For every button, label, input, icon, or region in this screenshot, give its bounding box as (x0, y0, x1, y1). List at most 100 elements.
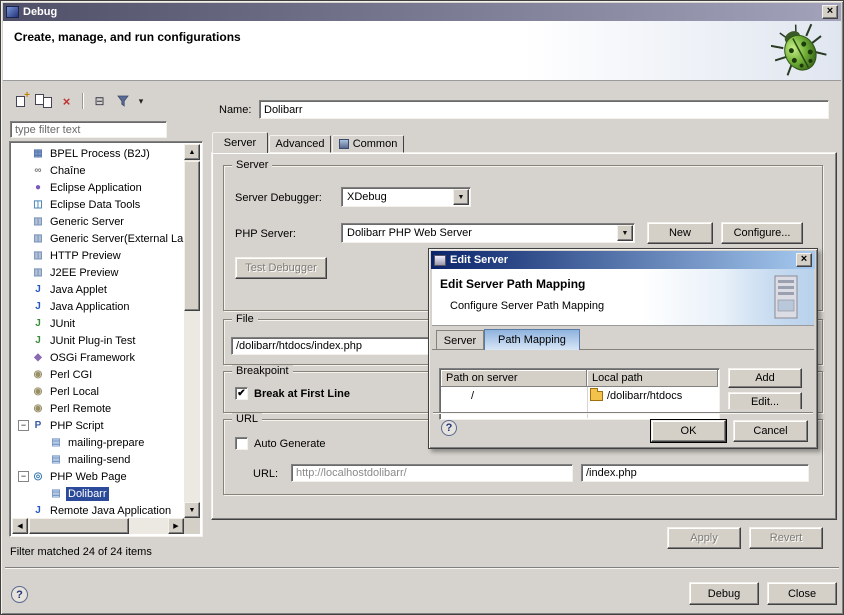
tree-item-label: PHP Script (48, 419, 106, 433)
tree-expander-spacer (18, 403, 29, 414)
scroll-left-icon[interactable]: ◀ (12, 518, 28, 534)
tree-item-mailing-send[interactable]: ▤mailing-send (12, 451, 184, 468)
new-configuration-icon[interactable]: + (11, 92, 30, 110)
help-button[interactable]: ? (11, 586, 28, 603)
tree-vertical-scrollbar[interactable]: ▲ ▼ (184, 144, 200, 518)
name-input[interactable] (259, 100, 829, 119)
tree-expander-spacer (18, 148, 29, 159)
mapping-row-local-path[interactable]: /dolibarr/htdocs (588, 387, 718, 404)
edit-button[interactable]: Edit... (728, 392, 802, 409)
tab-advanced[interactable]: Advanced (269, 135, 331, 153)
tree-expander-spacer (18, 318, 29, 329)
tree-item-junit[interactable]: JJUnit (12, 315, 184, 332)
tree-item-label: Perl Local (48, 385, 101, 399)
mapping-row-path-on-server[interactable]: / (441, 387, 587, 404)
tree-item-bpel-process-b2j[interactable]: ▦BPEL Process (B2J) (12, 145, 184, 162)
dialog-help-button[interactable]: ? (441, 420, 457, 436)
add-button[interactable]: Add (728, 368, 802, 388)
filter-icon[interactable] (113, 92, 132, 110)
tree-item-php-web-page[interactable]: −◎PHP Web Page (12, 468, 184, 485)
tree-item-java-applet[interactable]: JJava Applet (12, 281, 184, 298)
toolbar-menu-arrow-icon[interactable]: ▾ (136, 92, 146, 110)
tab-server[interactable]: Server (212, 132, 268, 153)
tree-expander-icon[interactable]: − (18, 471, 29, 482)
server-icon: ▥ (31, 216, 45, 227)
tree-item-perl-local[interactable]: ◉Perl Local (12, 383, 184, 400)
collapse-all-icon[interactable]: ⊟ (90, 92, 109, 110)
configure-button[interactable]: Configure... (721, 222, 803, 244)
new-server-button[interactable]: New (647, 222, 713, 244)
apply-button[interactable]: Apply (667, 527, 741, 549)
tree-item-perl-remote[interactable]: ◉Perl Remote (12, 400, 184, 417)
tree-expander-icon[interactable]: − (18, 420, 29, 431)
horizontal-scroll-thumb[interactable] (29, 518, 129, 534)
server-icon: ▥ (31, 250, 45, 261)
test-debugger-button[interactable]: Test Debugger (235, 257, 327, 279)
revert-button[interactable]: Revert (749, 527, 823, 549)
phpfile-icon: ▤ (49, 437, 63, 448)
edit-server-close-button[interactable]: × (796, 253, 812, 267)
tree-item-junit-plug-in-test[interactable]: JJUnit Plug-in Test (12, 332, 184, 349)
url-path-input[interactable] (581, 464, 809, 482)
phpweb-icon: ◎ (31, 471, 45, 482)
php-server-combo[interactable]: Dolibarr PHP Web Server ▼ (341, 223, 635, 243)
vertical-scroll-thumb[interactable] (184, 161, 200, 311)
tree-expander-spacer (18, 386, 29, 397)
duplicate-icon[interactable] (34, 92, 53, 110)
edit-server-heading: Edit Server Path Mapping (440, 277, 585, 291)
tree-expander-spacer (18, 267, 29, 278)
tree-item-label: Perl Remote (48, 402, 113, 416)
edit-button-clip: Edit... (728, 392, 802, 409)
tree-item-generic-server[interactable]: ▥Generic Server (12, 213, 184, 230)
tree-item-label: Java Application (48, 300, 132, 314)
tree-expander-spacer (18, 165, 29, 176)
tree-item-j2ee-preview[interactable]: ▥J2EE Preview (12, 264, 184, 281)
tree-item-java-application[interactable]: JJava Application (12, 298, 184, 315)
close-button[interactable]: Close (767, 582, 837, 605)
tree-expander-spacer (18, 301, 29, 312)
dialog-separator (433, 412, 813, 414)
filter-input[interactable] (10, 121, 167, 138)
window-close-button[interactable]: × (822, 5, 838, 19)
ok-button[interactable]: OK (651, 420, 726, 442)
dialog-tab-server[interactable]: Server (436, 330, 484, 350)
tree-item-label: Generic Server (48, 215, 126, 229)
tree-expander-spacer (36, 437, 47, 448)
combo-arrow-icon[interactable]: ▼ (617, 225, 633, 241)
scroll-up-icon[interactable]: ▲ (184, 144, 200, 160)
scroll-down-icon[interactable]: ▼ (184, 502, 200, 518)
file-group-title: File (232, 313, 258, 326)
tree-item-http-preview[interactable]: ▥HTTP Preview (12, 247, 184, 264)
server-debugger-combo[interactable]: XDebug ▼ (341, 187, 471, 207)
break-first-line-checkbox[interactable]: ✔ (235, 387, 248, 400)
tree-item-php-script[interactable]: −PPHP Script (12, 417, 184, 434)
dialog-tab-path-mapping[interactable]: Path Mapping (484, 329, 580, 350)
column-header-path-on-server[interactable]: Path on server (441, 370, 587, 387)
tree-item-cha-ne[interactable]: ∞Chaîne (12, 162, 184, 179)
base-url-input[interactable] (291, 464, 573, 482)
delete-icon[interactable]: × (57, 92, 76, 110)
auto-generate-checkbox[interactable] (235, 437, 248, 450)
tab-common[interactable]: Common (332, 135, 404, 153)
scroll-right-icon[interactable]: ▶ (168, 518, 184, 534)
tree-item-generic-server-external-la[interactable]: ▥Generic Server(External La (12, 230, 184, 247)
tree-horizontal-scrollbar[interactable]: ◀ ▶ (12, 518, 184, 534)
tree-expander-spacer (18, 199, 29, 210)
osgi-icon: ◆ (31, 352, 45, 363)
tree-item-osgi-framework[interactable]: ◆OSGi Framework (12, 349, 184, 366)
config-toolbar: + × ⊟ ▾ (11, 91, 146, 111)
debug-button[interactable]: Debug (689, 582, 759, 605)
tree-item-dolibarr[interactable]: ▤Dolibarr (12, 485, 184, 502)
break-first-line-label[interactable]: Break at First Line (254, 388, 350, 400)
tree-item-perl-cgi[interactable]: ◉Perl CGI (12, 366, 184, 383)
column-header-local-path[interactable]: Local path (587, 370, 718, 387)
tree-item-remote-java-application[interactable]: JRemote Java Application (12, 502, 184, 518)
perl-icon: ◉ (31, 369, 45, 380)
combo-arrow-icon[interactable]: ▼ (453, 189, 469, 205)
tree-expander-spacer (18, 284, 29, 295)
tree-item-mailing-prepare[interactable]: ▤mailing-prepare (12, 434, 184, 451)
tree-item-eclipse-application[interactable]: ●Eclipse Application (12, 179, 184, 196)
tree-item-eclipse-data-tools[interactable]: ◫Eclipse Data Tools (12, 196, 184, 213)
auto-generate-label[interactable]: Auto Generate (254, 438, 326, 450)
cancel-button[interactable]: Cancel (733, 420, 808, 442)
